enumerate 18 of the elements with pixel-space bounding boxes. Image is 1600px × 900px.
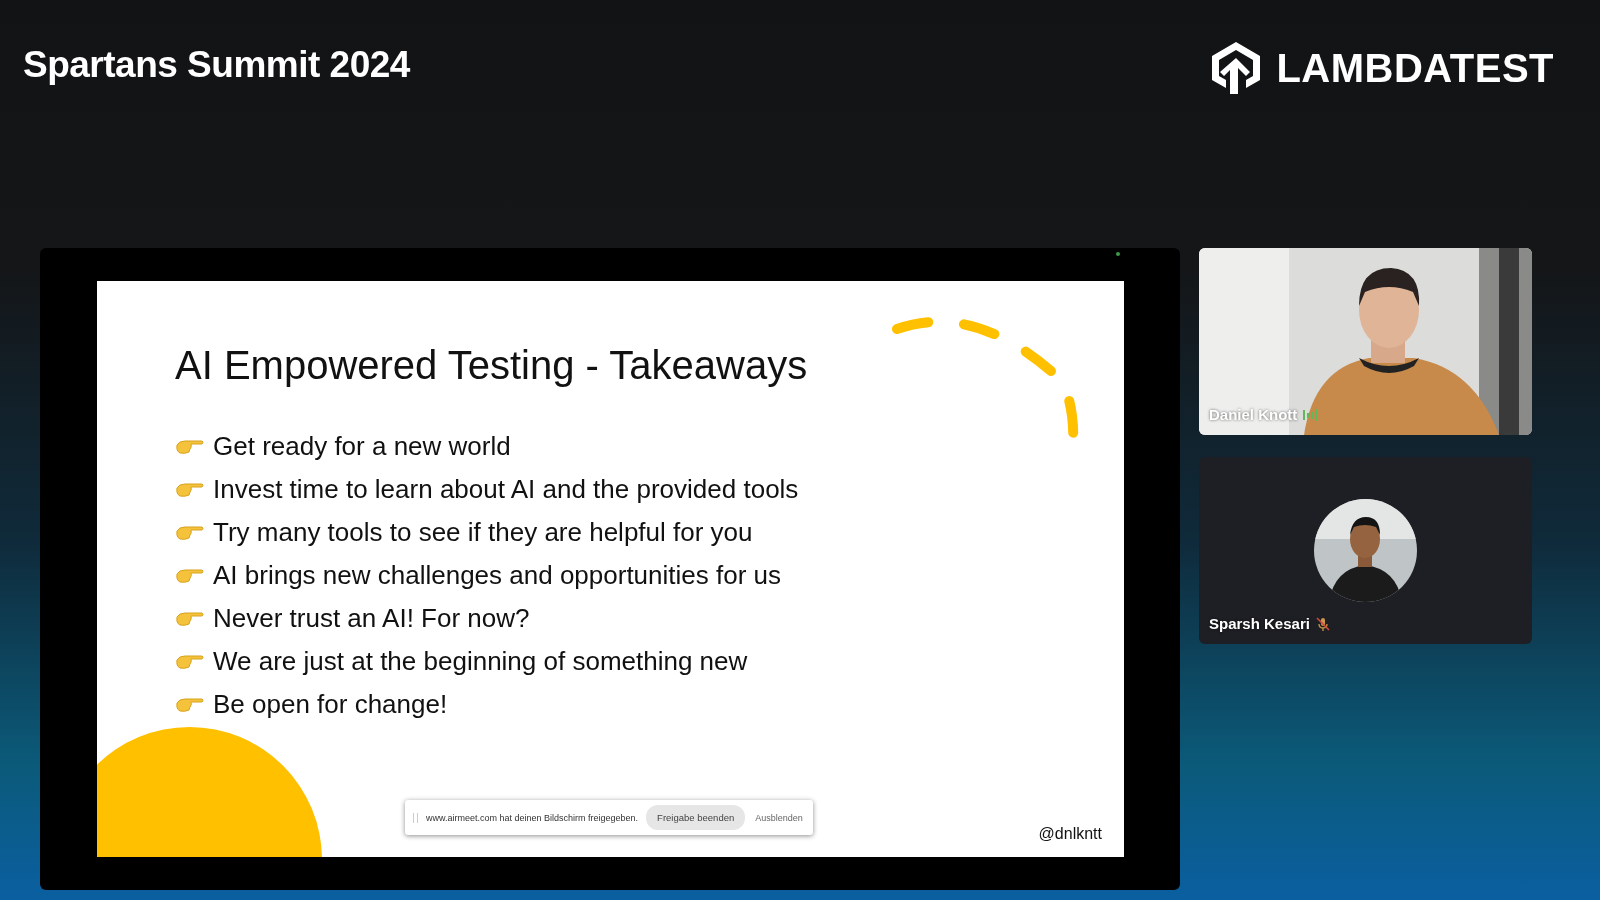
bullet-text: Invest time to learn about AI and the provided tools — [213, 475, 799, 504]
share-message: www.airmeet.com hat deinen Bildschirm freigegeben. — [426, 812, 639, 823]
bullet-text: Get ready for a new world — [213, 432, 511, 461]
bullet-text: AI brings new challenges and opportunities for us — [213, 561, 781, 590]
stop-sharing-button[interactable]: Freigabe beenden — [646, 805, 746, 830]
hide-link[interactable]: Ausblenden — [753, 812, 805, 823]
status-dot — [1116, 252, 1120, 256]
event-title: Spartans Summit 2024 — [23, 44, 410, 86]
bullet-text: Try many tools to see if they are helpful for you — [213, 518, 753, 547]
slide-title: AI Empowered Testing - Takeaways — [175, 343, 809, 388]
participant-name: Sparsh Kesari — [1209, 615, 1310, 632]
participant-name: Daniel Knott — [1209, 406, 1298, 423]
drag-handle-icon[interactable] — [413, 812, 418, 823]
author-handle: @dnlkntt — [1038, 825, 1102, 843]
bullet-text: Never trust an AI! For now? — [213, 604, 530, 633]
bullet-text: We are just at the beginning of something new — [213, 647, 748, 676]
bullet-text: Be open for change! — [213, 690, 448, 719]
logo-wordmark: LAMBDATEST — [1276, 45, 1554, 91]
